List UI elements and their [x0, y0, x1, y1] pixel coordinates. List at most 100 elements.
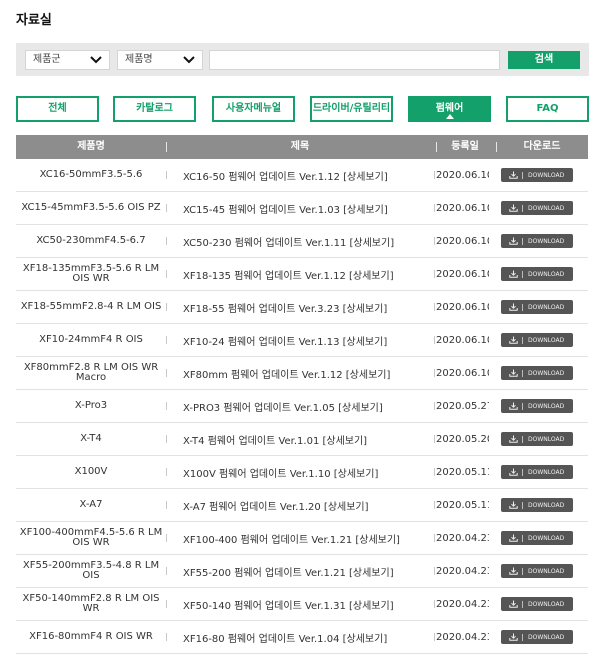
download-button[interactable]: DOWNLOAD [501, 333, 573, 347]
chevron-down-icon [183, 56, 195, 64]
tab-firmware[interactable]: 펌웨어 [408, 96, 491, 122]
tab-all[interactable]: 전체 [16, 96, 99, 122]
registration-date-cell: 2020.05.11 [436, 466, 489, 478]
download-button[interactable]: DOWNLOAD [501, 465, 573, 479]
firmware-title-link[interactable]: XF18-55 펌웨어 업데이트 Ver.3.23 [상세보기] [183, 291, 433, 323]
cell-divider [434, 501, 435, 509]
firmware-title-link[interactable]: XF10-24 펌웨어 업데이트 Ver.1.13 [상세보기] [183, 324, 433, 356]
download-button[interactable]: DOWNLOAD [501, 234, 573, 248]
firmware-title-link[interactable]: XF100-400 펌웨어 업데이트 Ver.1.21 [상세보기] [183, 522, 433, 554]
firmware-title-link[interactable]: X-A7 펌웨어 업데이트 Ver.1.20 [상세보기] [183, 489, 433, 521]
product-name-select[interactable]: 제품명 [117, 50, 203, 70]
firmware-title-link[interactable]: X-T4 펌웨어 업데이트 Ver.1.01 [상세보기] [183, 423, 433, 455]
table-row: XC15-45mmF3.5-5.6 OIS PZ XC15-45 펌웨어 업데이트… [16, 192, 588, 225]
tab-catalog[interactable]: 카탈로그 [113, 96, 196, 122]
cell-divider [166, 567, 167, 575]
tab-user-manual[interactable]: 사용자메뉴얼 [212, 96, 295, 122]
download-label: DOWNLOAD [528, 369, 565, 377]
product-group-select[interactable]: 제품군 [25, 50, 110, 70]
download-button[interactable]: DOWNLOAD [501, 366, 573, 380]
download-button[interactable]: DOWNLOAD [501, 201, 573, 215]
cell-divider [166, 402, 167, 410]
firmware-title-link[interactable]: XC16-50 펌웨어 업데이트 Ver.1.12 [상세보기] [183, 159, 433, 191]
cell-divider [434, 369, 435, 377]
product-name-cell: X-A7 [79, 499, 103, 510]
download-button[interactable]: DOWNLOAD [501, 498, 573, 512]
firmware-title-link[interactable]: XC50-230 펌웨어 업데이트 Ver.1.11 [상세보기] [183, 225, 433, 257]
search-button[interactable]: 검색 [508, 51, 580, 69]
cell-divider [434, 468, 435, 476]
firmware-title-link[interactable]: XF50-140 펌웨어 업데이트 Ver.1.31 [상세보기] [183, 588, 433, 620]
download-button[interactable]: DOWNLOAD [501, 531, 573, 545]
product-name-cell: XF50-140mmF2.8 R LM OIS WR [22, 593, 160, 614]
table-row: XF50-140mmF2.8 R LM OIS WR XF50-140 펌웨어 업… [16, 588, 588, 621]
tab-driver-utility[interactable]: 드라이버/유틸리티 [310, 96, 393, 122]
download-divider [522, 336, 523, 344]
tab-faq[interactable]: FAQ [506, 96, 589, 122]
firmware-title-link[interactable]: XF18-135 펌웨어 업데이트 Ver.1.12 [상세보기] [183, 258, 433, 290]
firmware-title-link[interactable]: XF80mm 펌웨어 업데이트 Ver.1.12 [상세보기] [183, 357, 433, 389]
download-label: DOWNLOAD [528, 501, 565, 509]
table-row: X-T4 X-T4 펌웨어 업데이트 Ver.1.01 [상세보기] 2020.05… [16, 423, 588, 456]
product-name-cell: XF55-200mmF3.5-4.8 R LM OIS [22, 560, 160, 581]
download-button[interactable]: DOWNLOAD [501, 597, 573, 611]
download-divider [522, 435, 523, 443]
download-label: DOWNLOAD [528, 171, 565, 179]
firmware-title-link[interactable]: XF16-80 펌웨어 업데이트 Ver.1.04 [상세보기] [183, 621, 433, 653]
cell-divider [434, 237, 435, 245]
download-icon [509, 567, 518, 575]
registration-date-cell: 2020.06.10 [436, 334, 489, 346]
download-button[interactable]: DOWNLOAD [501, 432, 573, 446]
product-name-cell: X100V [74, 466, 108, 477]
cell-divider [166, 369, 167, 377]
download-label: DOWNLOAD [528, 237, 565, 245]
download-divider [522, 501, 523, 509]
download-icon [509, 534, 518, 542]
product-name-cell: X-Pro3 [74, 400, 108, 411]
download-button[interactable]: DOWNLOAD [501, 267, 573, 281]
cell-divider [166, 600, 167, 608]
registration-date-cell: 2020.04.23 [436, 565, 489, 577]
category-tabs: 전체 카탈로그 사용자메뉴얼 드라이버/유틸리티 펌웨어 FAQ [16, 96, 589, 122]
download-button[interactable]: DOWNLOAD [501, 168, 573, 182]
download-icon [509, 237, 518, 245]
download-icon [509, 501, 518, 509]
download-divider [522, 204, 523, 212]
cell-divider [434, 171, 435, 179]
column-header-product: 제품명 [77, 141, 105, 152]
download-icon [509, 468, 518, 476]
product-group-select-value: 제품군 [33, 54, 61, 65]
registration-date-cell: 2020.05.20 [436, 433, 489, 445]
download-icon [509, 336, 518, 344]
download-icon [509, 369, 518, 377]
table-row: XF18-135mmF3.5-5.6 R LM OIS WR XF18-135 펌… [16, 258, 588, 291]
firmware-title-link[interactable]: X-PRO3 펌웨어 업데이트 Ver.1.05 [상세보기] [183, 390, 433, 422]
download-label: DOWNLOAD [528, 600, 565, 608]
product-name-cell: XF18-55mmF2.8-4 R LM OIS [20, 301, 162, 312]
search-input[interactable] [209, 50, 500, 70]
table-row: XF18-55mmF2.8-4 R LM OIS XF18-55 펌웨어 업데이트… [16, 291, 588, 324]
download-button[interactable]: DOWNLOAD [501, 630, 573, 644]
cell-divider [434, 204, 435, 212]
download-divider [522, 633, 523, 641]
download-icon [509, 633, 518, 641]
product-name-cell: XF16-80mmF4 R OIS WR [29, 631, 153, 642]
download-label: DOWNLOAD [528, 633, 565, 641]
firmware-title-link[interactable]: XC15-45 펌웨어 업데이트 Ver.1.03 [상세보기] [183, 192, 433, 224]
download-divider [522, 402, 523, 410]
cell-divider [166, 303, 167, 311]
product-name-cell: XF18-135mmF3.5-5.6 R LM OIS WR [22, 263, 160, 284]
download-button[interactable]: DOWNLOAD [501, 300, 573, 314]
download-divider [522, 270, 523, 278]
download-button[interactable]: DOWNLOAD [501, 564, 573, 578]
registration-date-cell: 2020.05.27 [436, 400, 489, 412]
download-icon [509, 303, 518, 311]
product-name-cell: XC16-50mmF3.5-5.6 [39, 169, 143, 180]
cell-divider [434, 336, 435, 344]
firmware-title-link[interactable]: X100V 펌웨어 업데이트 Ver.1.10 [상세보기] [183, 456, 433, 488]
download-divider [522, 534, 523, 542]
firmware-title-link[interactable]: XF55-200 펌웨어 업데이트 Ver.1.21 [상세보기] [183, 555, 433, 587]
download-button[interactable]: DOWNLOAD [501, 399, 573, 413]
column-header-download: 다운로드 [523, 141, 561, 152]
registration-date-cell: 2020.06.10 [436, 202, 489, 214]
